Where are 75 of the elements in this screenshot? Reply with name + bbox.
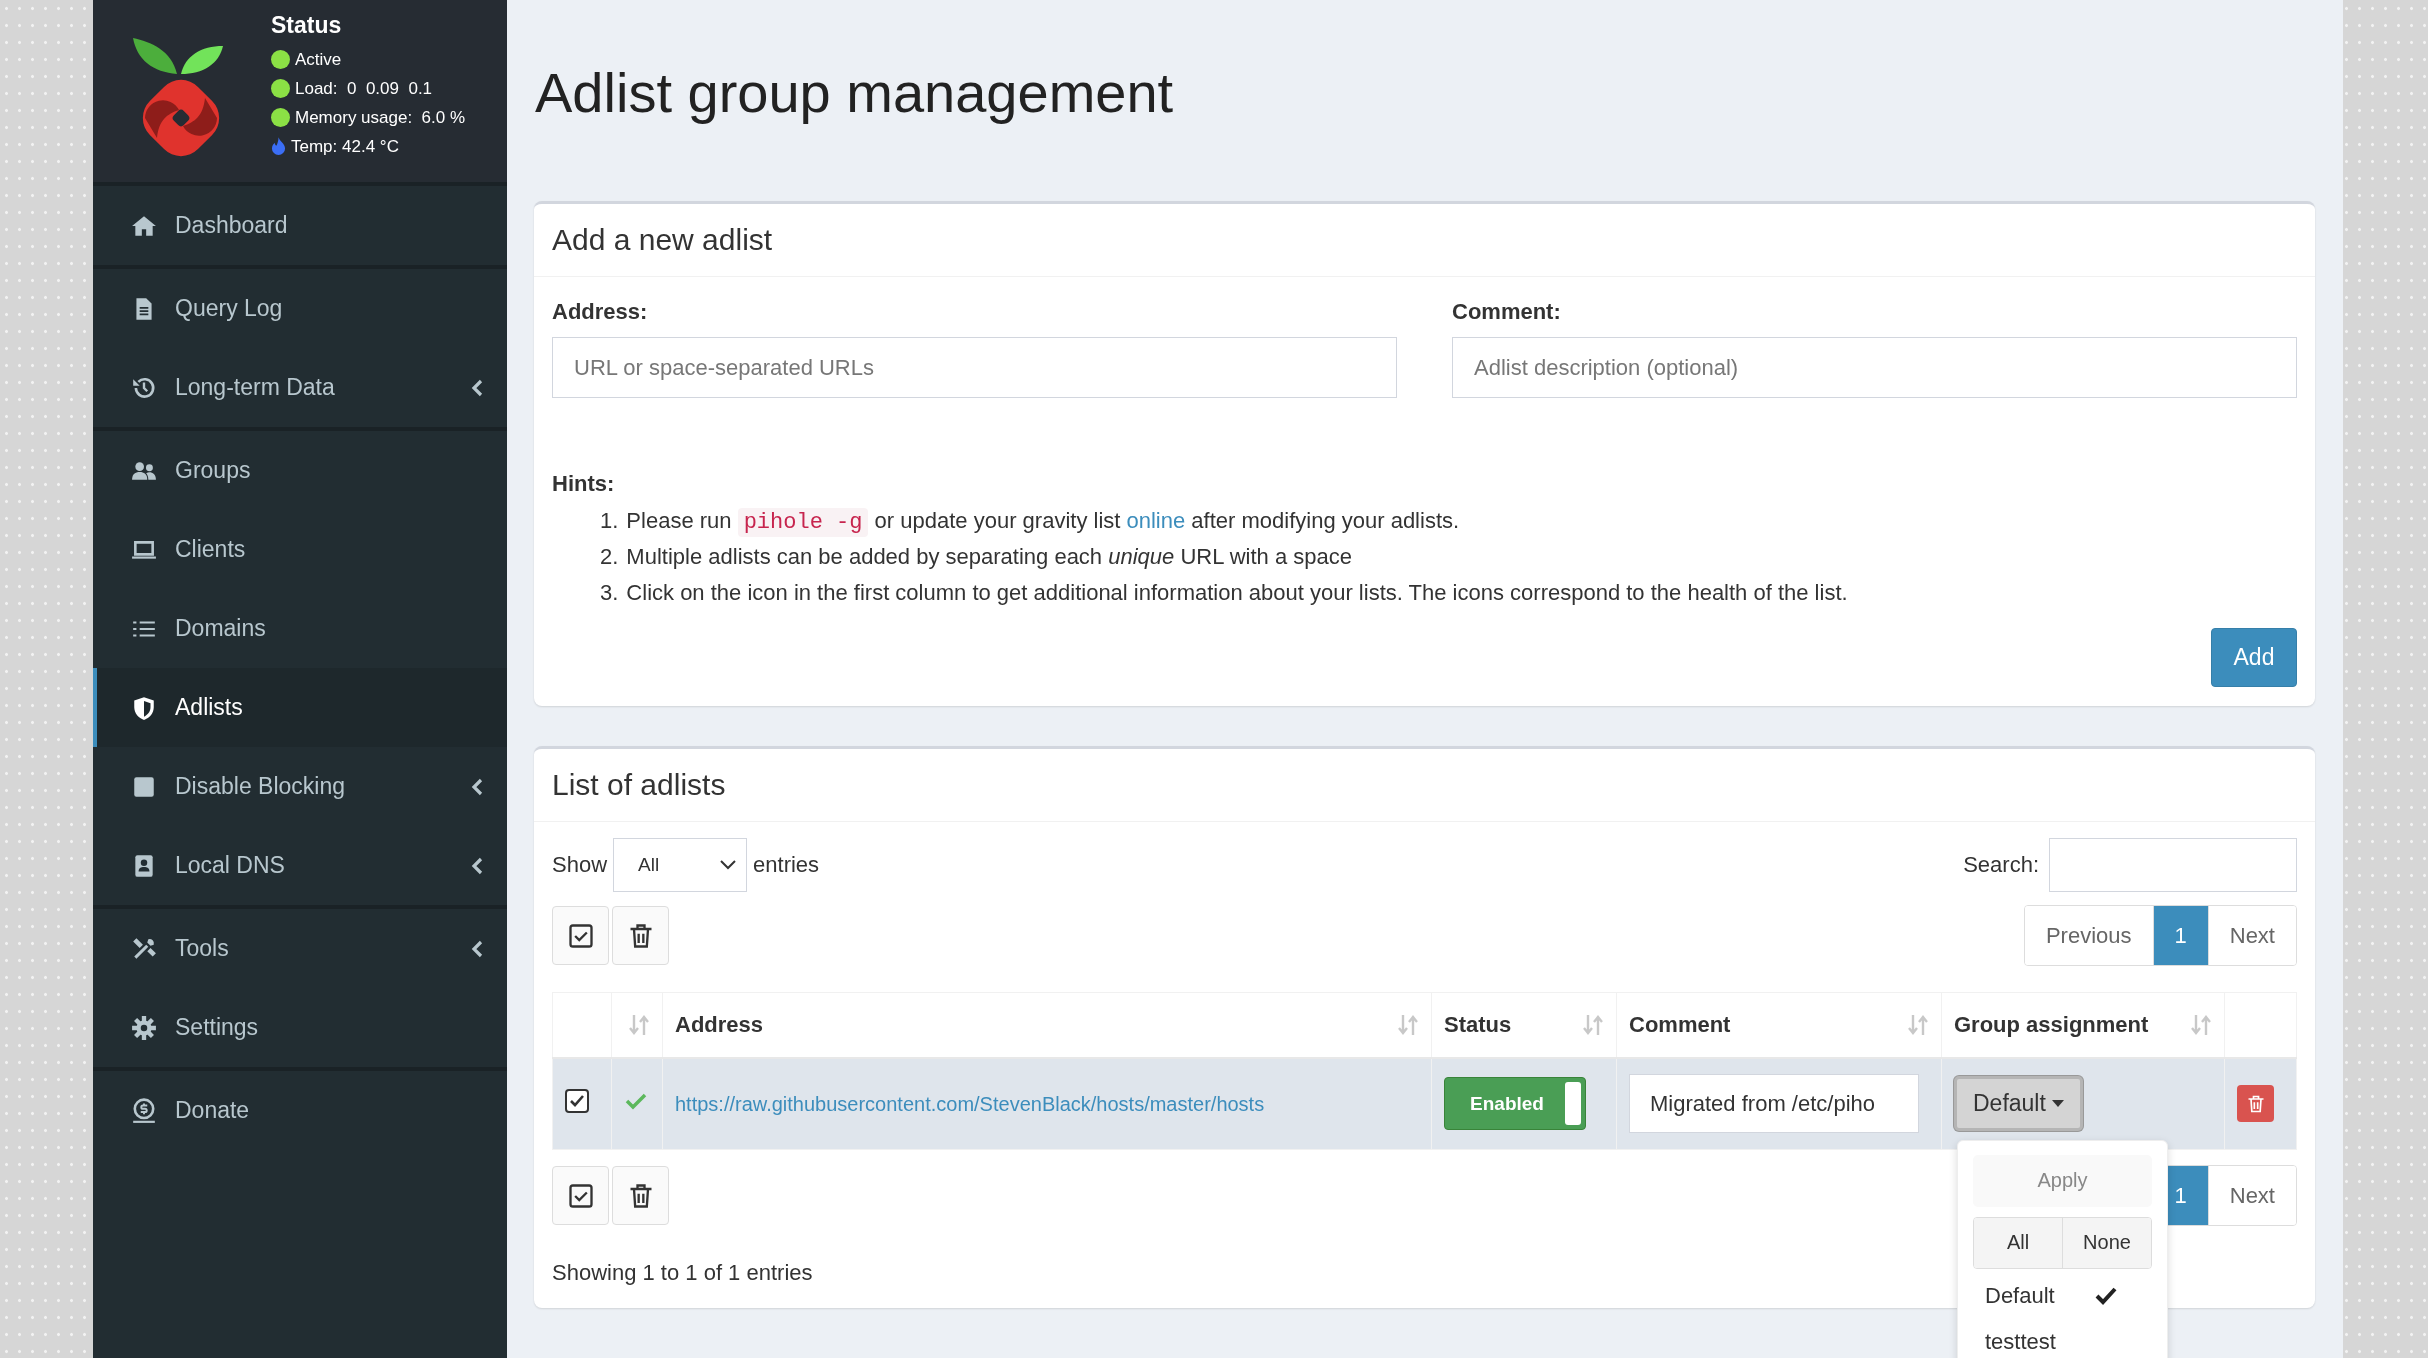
column-header[interactable]: Address — [675, 1011, 764, 1038]
sort-icon[interactable] — [1582, 1012, 1604, 1037]
hint-text: Please run pihole -g or update your gravity list online after modifying your adlists. — [626, 507, 1460, 535]
coin-icon — [131, 1097, 157, 1124]
checkmark-icon — [2095, 1285, 2117, 1306]
card-title: List of adlists — [552, 768, 726, 802]
search-field[interactable] — [2049, 838, 2297, 892]
menu-item[interactable]: Tools — [93, 909, 507, 988]
hints-title: Hints: — [552, 471, 616, 497]
group-select-button[interactable]: Default — [1954, 1076, 2083, 1132]
select-no-groups-button[interactable]: None — [2062, 1217, 2151, 1268]
column-header[interactable]: Comment — [1629, 1011, 1731, 1038]
list-number: 3. — [600, 580, 619, 606]
settings-icon — [131, 1014, 157, 1041]
menu-item[interactable]: Local DNS — [93, 826, 507, 905]
hint-text: Click on the icon in the first column to get additional information about your lists. The icons correspond to the health of the list. — [626, 580, 1848, 606]
delete-button[interactable] — [2237, 1085, 2274, 1123]
menu-item[interactable]: Settings — [93, 988, 507, 1067]
list-number: 2. — [600, 544, 619, 570]
add-button[interactable]: Add — [2211, 628, 2297, 687]
status-text: Memory usage: 6.0 % — [295, 107, 466, 128]
status-title: Status — [271, 12, 343, 39]
text-field[interactable]: URL or space-separated URLs — [552, 337, 1397, 398]
sort-icon[interactable] — [1907, 1012, 1929, 1037]
pagination-button[interactable]: Next — [2207, 906, 2296, 965]
delete-selected-button[interactable] — [612, 906, 669, 965]
checkbox-icon — [566, 1181, 595, 1210]
entries-label: entries — [753, 852, 820, 878]
group-option[interactable]: testtest — [1973, 1319, 2152, 1358]
menu-item[interactable]: Disable Blocking — [93, 747, 507, 826]
sort-icon[interactable] — [2190, 1012, 2212, 1037]
menu-item[interactable]: Groups — [93, 431, 507, 510]
row-checkbox[interactable] — [565, 1088, 589, 1113]
menu-item[interactable]: Domains — [93, 589, 507, 668]
menu-item[interactable]: Dashboard — [93, 186, 507, 265]
tools-icon — [131, 935, 157, 962]
pagination-button[interactable]: Next — [2207, 1166, 2296, 1225]
text-field[interactable]: Adlist description (optional) — [1452, 337, 2297, 398]
shield-icon — [131, 694, 157, 721]
delete-selected-button[interactable] — [612, 1166, 669, 1225]
menu-item[interactable]: Query Log — [93, 269, 507, 348]
menu-item[interactable]: Long-term Data — [93, 348, 507, 427]
list-number: 1. — [600, 508, 619, 534]
status-text: Temp: 42.4 °C — [291, 136, 399, 157]
flame-icon — [271, 137, 286, 156]
caret-icon — [2051, 1100, 2064, 1108]
card-title: Add a new adlist — [552, 223, 773, 257]
select-all-button[interactable] — [552, 1166, 609, 1225]
page-size-select[interactable]: All — [613, 838, 748, 892]
sort-icon[interactable] — [1397, 1012, 1419, 1037]
group-option[interactable]: Default — [1973, 1273, 2152, 1318]
search-label: Search: — [1963, 852, 2039, 878]
pagination-button[interactable]: 1 — [2152, 906, 2208, 965]
menu-item[interactable]: Donate — [93, 1071, 507, 1150]
link[interactable]: online — [1126, 507, 1186, 533]
menu-item[interactable]: Adlists — [93, 668, 507, 747]
status-dot-icon — [271, 50, 290, 69]
field-label: Comment: — [1452, 299, 1562, 325]
menu-item[interactable]: Clients — [93, 510, 507, 589]
show-label: Show — [552, 852, 608, 878]
status-text: Active — [295, 49, 342, 70]
hint-text: Multiple adlists can be added by separating each unique URL with a space — [626, 544, 1353, 570]
page-title: Adlist group management — [535, 60, 1175, 126]
select-all-button[interactable] — [552, 906, 609, 965]
sort-icon[interactable] — [628, 1012, 650, 1037]
field-label: Address: — [552, 299, 649, 325]
chevron-down-icon — [720, 860, 737, 870]
comment-field[interactable]: Migrated from /etc/piho — [1629, 1074, 1919, 1134]
checkbox-icon — [566, 921, 595, 950]
table-info: Showing 1 to 1 of 1 entries — [552, 1259, 814, 1287]
status-dot-icon — [271, 79, 290, 98]
status-dot-icon — [271, 108, 290, 127]
column-header[interactable]: Status — [1444, 1011, 1512, 1038]
select-all-groups-button[interactable]: All — [1974, 1217, 2062, 1268]
status-text: Load: 0 0.09 0.1 — [295, 78, 433, 99]
